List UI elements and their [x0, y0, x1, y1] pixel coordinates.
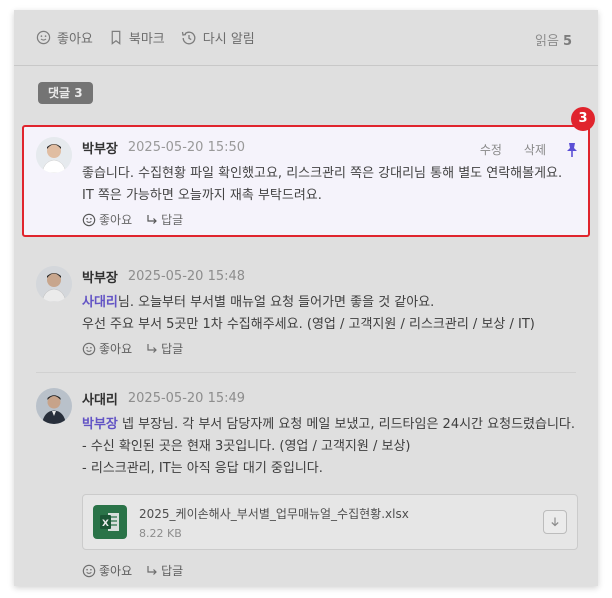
smile-icon: [82, 213, 96, 226]
mention[interactable]: 박부장: [82, 417, 118, 432]
comment-time: 2025-05-20 15:50: [127, 139, 246, 155]
comment-author: 사대리: [82, 392, 118, 408]
file-name: 2025_케이손해사_부서별_업무매뉴얼_수집현황.xlsx: [139, 507, 409, 521]
smile-icon: [36, 30, 51, 45]
comment-reply-button[interactable]: 답글: [146, 562, 183, 579]
comment-like-button[interactable]: 좋아요: [82, 340, 132, 357]
smile-icon: [82, 342, 96, 355]
person-avatar-icon: [36, 388, 72, 424]
bookmark-icon: [111, 30, 121, 45]
remind-action[interactable]: 다시 알림: [181, 28, 255, 47]
comment-reply-button[interactable]: 답글: [146, 340, 183, 357]
comment-line: - 수신 확인된 곳은 현재 3곳입니다. (영업 / 고객지원 / 보상): [82, 439, 411, 454]
person-avatar-icon: [36, 266, 72, 302]
comment-line: IT 쪽은 가능하면 오늘까지 재촉 부탁드려요.: [82, 188, 322, 203]
read-count: 읽음 5: [535, 30, 572, 49]
excel-file-icon: X: [93, 505, 127, 539]
avatar: [36, 137, 72, 173]
comment-author: 박부장: [82, 270, 118, 286]
read-count-value: 5: [562, 34, 572, 49]
comment-body: 박부장 2025-05-20 15:48 사대리님. 오늘부터 부서별 매뉴얼 …: [82, 266, 576, 357]
comment-body: 사대리 2025-05-20 15:49 박부장 넵 부장님. 각 부서 담당자…: [82, 388, 576, 480]
svg-text:X: X: [102, 519, 109, 529]
reply-arrow-icon: [147, 214, 157, 224]
comment-reply-label: 답글: [161, 213, 184, 227]
comment-like-label: 좋아요: [99, 564, 133, 578]
comment-like-label: 좋아요: [99, 213, 133, 227]
comment-author: 박부장: [82, 141, 118, 157]
comment-like-label: 좋아요: [99, 342, 133, 356]
file-size: 8.22 KB: [139, 527, 182, 540]
comment-line: 우선 주요 부서 5곳만 1차 수집해주세요. (영업 / 고객지원 / 리스크…: [82, 317, 535, 332]
pin-icon[interactable]: [566, 142, 578, 158]
comment-reply-button[interactable]: 답글: [146, 211, 183, 228]
comment-like-button[interactable]: 좋아요: [82, 211, 132, 228]
comment-line: 님. 오늘부터 부서별 매뉴얼 요청 들어가면 좋을 것 같아요.: [117, 295, 435, 310]
smile-icon: [82, 564, 96, 577]
comment-actions: 좋아요 답글: [82, 562, 197, 579]
comment-like-button[interactable]: 좋아요: [82, 562, 132, 579]
bookmark-action[interactable]: 북마크: [109, 28, 165, 47]
comment-divider: [36, 372, 576, 373]
highlighted-comment: 박부장 2025-05-20 15:50 좋습니다. 수집현황 파일 확인했고요…: [22, 125, 590, 237]
comment-actions: 좋아요 답글: [82, 340, 576, 357]
download-button[interactable]: [543, 510, 567, 534]
comment-reply-label: 답글: [161, 342, 184, 356]
like-action-label: 좋아요: [57, 32, 93, 47]
comment-tools: 수정 삭제: [458, 141, 578, 158]
comment-time: 2025-05-20 15:48: [127, 268, 246, 284]
comment-actions: 좋아요 답글: [82, 211, 576, 228]
comment-reply-label: 답글: [161, 564, 184, 578]
step-marker: 3: [571, 107, 595, 131]
comment-count-badge: 댓글 3: [38, 82, 93, 104]
comment-line: - 리스크관리, IT는 아직 응답 대기 중입니다.: [82, 461, 323, 476]
mention[interactable]: 사대리: [82, 295, 118, 310]
comment-panel: 좋아요 북마크 다시 알림 읽음 5 댓글 3 박부장 2025-05-20 15…: [14, 10, 598, 586]
comment-text: 좋습니다. 수집현황 파일 확인했고요, 리스크관리 쪽은 강대리님 통해 별도…: [82, 163, 576, 207]
download-icon: [551, 517, 559, 527]
comment-text: 사대리님. 오늘부터 부서별 매뉴얼 요청 들어가면 좋을 것 같아요. 우선 …: [82, 292, 576, 336]
delete-button[interactable]: 삭제: [524, 141, 546, 158]
comment-line: 넵 부장님. 각 부서 담당자께 요청 메일 보냈고, 리드타임은 24시간 요…: [117, 417, 576, 432]
comment-line: 좋습니다. 수집현황 파일 확인했고요, 리스크관리 쪽은 강대리님 통해 별도…: [82, 166, 563, 181]
reply-arrow-icon: [147, 343, 157, 353]
avatar: [36, 266, 72, 302]
comment-time: 2025-05-20 15:49: [127, 390, 246, 406]
remind-action-label: 다시 알림: [202, 32, 255, 47]
like-action[interactable]: 좋아요: [36, 28, 93, 47]
edit-button[interactable]: 수정: [480, 141, 502, 158]
post-action-bar: 좋아요 북마크 다시 알림 읽음 5: [14, 10, 598, 66]
remind-clock-icon: [181, 31, 196, 44]
person-avatar-icon: [36, 137, 72, 173]
comment-text: 박부장 넵 부장님. 각 부서 담당자께 요청 메일 보냈고, 리드타임은 24…: [82, 414, 576, 480]
file-attachment[interactable]: X 2025_케이손해사_부서별_업무매뉴얼_수집현황.xlsx 8.22 KB: [82, 494, 578, 550]
avatar: [36, 388, 72, 424]
bookmark-action-label: 북마크: [128, 32, 165, 47]
reply-arrow-icon: [147, 565, 157, 575]
read-label: 읽음: [535, 34, 559, 49]
